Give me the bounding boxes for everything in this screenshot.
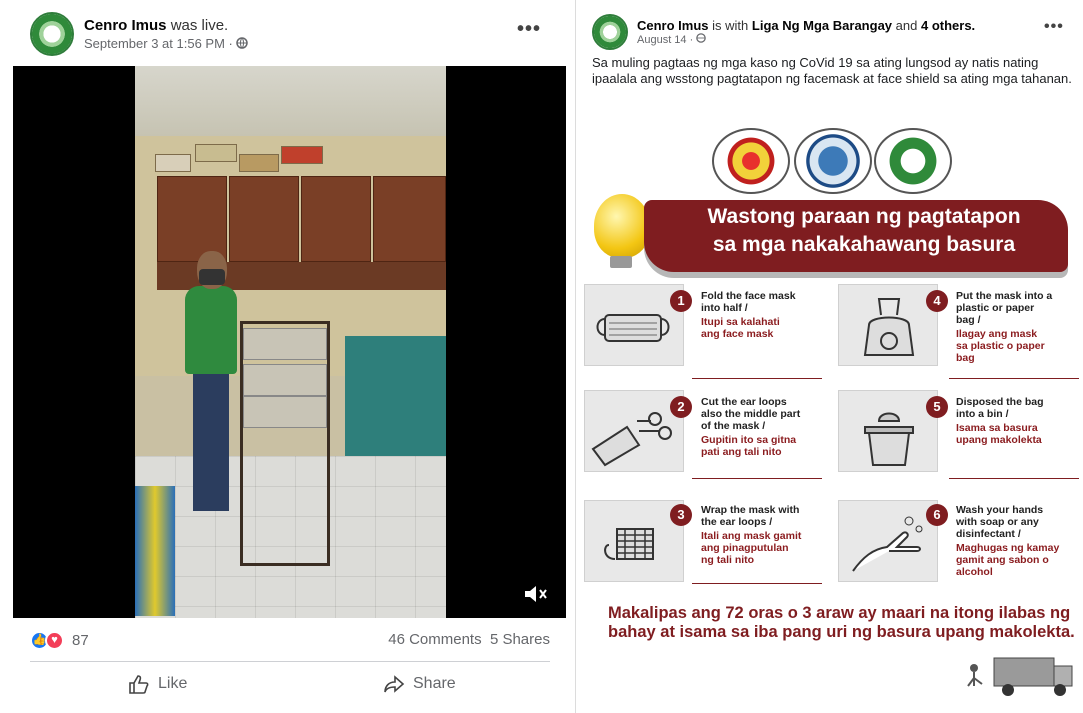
step-5-english: Disposed the bag into a bin / [956,396,1044,420]
infographic-poster[interactable]: Wastong paraan ng pagtatapon sa mga naka… [584,118,1083,713]
step-4-english: Put the mask into a plastic or paper bag… [956,290,1053,326]
lightbulb-icon [594,194,650,258]
trash-bin-icon [838,390,938,472]
reaction-count[interactable]: 87 [72,632,89,649]
tagged-page[interactable]: Liga Ng Mga Barangay [752,18,892,33]
biohazard-bag-icon [838,284,938,366]
step-2-tagalog: Gupitin ito sa gitna pati ang tali nito [701,434,797,458]
share-label: Share [413,675,456,692]
hand-wash-icon [838,500,938,582]
reactions[interactable]: 👍 ♥ 87 [30,631,89,650]
city-seal-icon [712,128,790,194]
step-5-tagalog: Isama sa basura upang makolekta [956,422,1042,446]
scissors-mask-icon [584,390,684,472]
page-avatar[interactable] [30,12,74,56]
thumbs-up-icon [129,675,149,694]
more-options-icon[interactable]: ••• [1044,18,1064,36]
step-number: 5 [926,396,948,418]
step-number: 1 [670,290,692,312]
like-button[interactable]: Like [128,674,187,694]
step-number: 2 [670,396,692,418]
post-stats: 👍 ♥ 87 46 Comments 5 Shares [30,631,550,653]
step-2-english: Cut the ear loops also the middle part o… [701,396,801,432]
step-3-english: Wrap the mask with the ear loops / [701,504,800,528]
post-date[interactable]: September 3 at 1:56 PM · [84,36,233,51]
page-name[interactable]: Cenro Imus [637,18,709,33]
post-header: Cenro Imus was live. September 3 at 1:56… [30,12,249,56]
lightbulb-base [610,256,632,268]
live-video[interactable] [13,66,566,618]
wrapped-mask-icon [584,500,684,582]
barangay-seal-icon [794,128,872,194]
step-number: 6 [926,504,948,526]
and-text: and [895,18,918,33]
poster-footer-text: Makalipas ang 72 oras o 3 araw ay maari … [608,604,1075,641]
divider [30,661,550,662]
mute-icon[interactable] [523,583,549,605]
more-options-icon[interactable]: ••• [517,18,541,41]
facebook-post-live: Cenro Imus was live. September 3 at 1:56… [0,0,576,713]
share-button[interactable]: Share [383,674,456,694]
step-6-tagalog: Maghugas ng kamay gamit ang sabon o alco… [956,542,1060,578]
love-reaction-icon: ♥ [45,631,64,650]
poster-title-line2: sa mga nakakahawang basura [712,233,1016,256]
post-caption: Sa muling pagtaas ng mga kaso ng CoVid 1… [592,55,1072,86]
share-arrow-icon [384,675,405,693]
comments-count[interactable]: 46 Comments [388,631,481,648]
poster-title-line1: Wastong paraan ng pagtatapon [707,205,1021,228]
video-frame [135,66,446,618]
post-header: Cenro Imus is with Liga Ng Mga Barangay … [592,14,975,50]
step-6-english: Wash your hands with soap or any disinfe… [956,504,1044,540]
facebook-post-shared: Cenro Imus is with Liga Ng Mga Barangay … [584,0,1083,713]
globe-icon [696,33,707,43]
step-number: 3 [670,504,692,526]
step-number: 4 [926,290,948,312]
page-name[interactable]: Cenro Imus [84,17,167,34]
post-date[interactable]: August 14 · [637,34,693,46]
step-1-tagalog: Itupi sa kalahati ang face mask [701,316,780,340]
cenro-seal-icon [874,128,952,194]
like-label: Like [158,675,188,692]
post-action-text: was live. [170,17,229,34]
page-avatar[interactable] [592,14,628,50]
garbage-truck-icon [967,657,1073,696]
others-link[interactable]: 4 others. [921,18,975,33]
folded-mask-icon [584,284,684,366]
step-3-tagalog: Itali ang mask gamit ang pinagputulan ng… [701,530,802,566]
globe-icon [236,37,249,49]
step-1-english: Fold the face mask into half / [701,290,796,314]
step-4-tagalog: Ilagay ang mask sa plastic o paper bag [956,328,1045,364]
with-text: is with [712,18,749,33]
shares-count[interactable]: 5 Shares [490,631,550,648]
